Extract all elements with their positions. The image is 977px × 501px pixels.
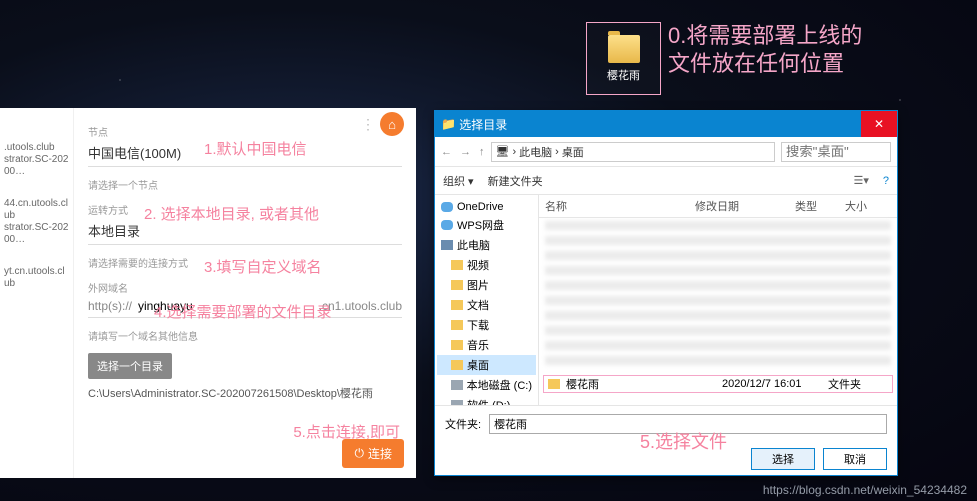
window-title: 选择目录 [459,116,507,133]
fold-icon [451,260,463,270]
search-input[interactable] [781,142,891,162]
more-icon[interactable]: ⋮ [361,116,374,133]
tree-node[interactable]: 软件 (D:) [437,395,536,405]
cloud-icon [441,202,453,212]
nav-bar: ← → ↑ 🖥 ›此电脑 ›桌面 [435,137,897,167]
cancel-button[interactable]: 取消 [823,448,887,470]
sidebar-site[interactable]: .utools.clubstrator.SC-20200… [0,140,73,180]
file-browser: 📁 选择目录 ✕ ← → ↑ 🖥 ›此电脑 ›桌面 组织 ▾ 新建文件夹 ☰▾ … [434,110,898,476]
fold-icon [451,340,463,350]
domain-input[interactable] [138,295,313,317]
sidebar-site[interactable]: yt.cn.utools.club [0,264,73,292]
folder-field-label: 文件夹: [445,416,481,432]
view-icon[interactable]: ☰▾ [853,174,868,187]
list-header[interactable]: 名称 修改日期 类型 大小 [539,195,897,218]
home-icon[interactable]: ⌂ [380,112,404,136]
tree-node[interactable]: OneDrive [437,199,536,215]
tree-node[interactable]: 音乐 [437,335,536,355]
tree-node[interactable]: 下载 [437,315,536,335]
conn-label: 请选择需要的连接方式 [88,255,402,270]
tree-node[interactable]: 此电脑 [437,235,536,255]
mode-label: 运转方式 [88,202,402,217]
connect-label: 连接 [368,445,392,462]
fwd-icon[interactable]: → [460,146,471,158]
tree-node[interactable]: 图片 [437,275,536,295]
connect-button[interactable]: ⏻ 连接 [342,439,404,468]
toolbar: 组织 ▾ 新建文件夹 ☰▾ ? [435,167,897,195]
tree-node[interactable]: 桌面 [437,355,536,375]
domain-suffix: .cn1.utools.club [319,299,402,317]
sidebar-site[interactable]: 44.cn.utools.clubstrator.SC-20200… [0,196,73,248]
tree-node[interactable]: 文档 [437,295,536,315]
tree-node[interactable]: 本地磁盘 (C:) [437,375,536,395]
domain-group-label: 外网域名 [88,280,402,295]
up-icon[interactable]: ↑ [479,146,485,158]
net-select[interactable]: 中国电信(100M) [88,139,402,167]
fold-icon [451,300,463,310]
folder-icon [608,35,640,63]
pick-dir-button[interactable]: 选择一个目录 [88,353,172,379]
domain-row: http(s):// .cn1.utools.club [88,295,402,318]
selected-path: C:\Users\Administrator.SC-202007261508\D… [88,385,402,401]
newfolder-button[interactable]: 新建文件夹 [488,173,543,189]
help-icon[interactable]: ? [883,175,889,187]
folder-label: 樱花雨 [607,67,640,83]
close-icon[interactable]: ✕ [861,111,897,137]
mode-select[interactable]: 本地目录 [88,217,402,245]
desktop-folder[interactable]: 樱花雨 [586,22,661,95]
fold-icon [451,360,463,370]
folder-field-row: 文件夹: [435,405,897,442]
fold-icon [451,320,463,330]
net-hint: 请选择一个节点 [88,177,402,192]
domain-prefix: http(s):// [88,299,132,317]
cloud-icon [441,220,453,230]
utools-panel: .utools.clubstrator.SC-20200… 44.cn.utoo… [0,108,416,478]
tree-node[interactable]: 视频 [437,255,536,275]
disk-icon [451,380,463,390]
form-area: ⋮ ⌂ 节点 中国电信(100M) 1.默认中国电信 请选择一个节点 运转方式 … [74,108,416,478]
tree-node[interactable]: WPS网盘 [437,215,536,235]
folder-tree[interactable]: OneDriveWPS网盘此电脑视频图片文档下载音乐桌面本地磁盘 (C:)软件 … [435,195,539,405]
selected-row[interactable]: 樱花雨 2020/12/7 16:01 文件夹 [543,375,893,393]
annotation-step0: 0.将需要部署上线的 文件放在任何位置 [668,22,862,77]
titlebar[interactable]: 📁 选择目录 ✕ [435,111,897,137]
ok-button[interactable]: 选择 [751,448,815,470]
app-icon: 📁 [441,117,456,131]
back-icon[interactable]: ← [441,146,452,158]
folder-icon [548,379,560,389]
power-icon: ⏻ [354,446,364,461]
watermark: https://blog.csdn.net/weixin_54234482 [763,483,967,497]
pc-icon: 🖥 [496,145,510,158]
folder-field[interactable] [489,414,887,434]
file-list[interactable]: 名称 修改日期 类型 大小 樱花雨 2020/12/7 16:01 文件夹 [539,195,897,405]
site-sidebar: .utools.clubstrator.SC-20200… 44.cn.utoo… [0,108,74,478]
organize-menu[interactable]: 组织 ▾ [443,173,474,189]
fold-icon [451,280,463,290]
blurred-rows [545,217,891,365]
domain-hint: 请填写一个域名其他信息 [88,328,402,343]
breadcrumb[interactable]: 🖥 ›此电脑 ›桌面 [491,142,776,162]
net-label: 节点 [88,124,402,139]
pc-icon [441,240,453,250]
